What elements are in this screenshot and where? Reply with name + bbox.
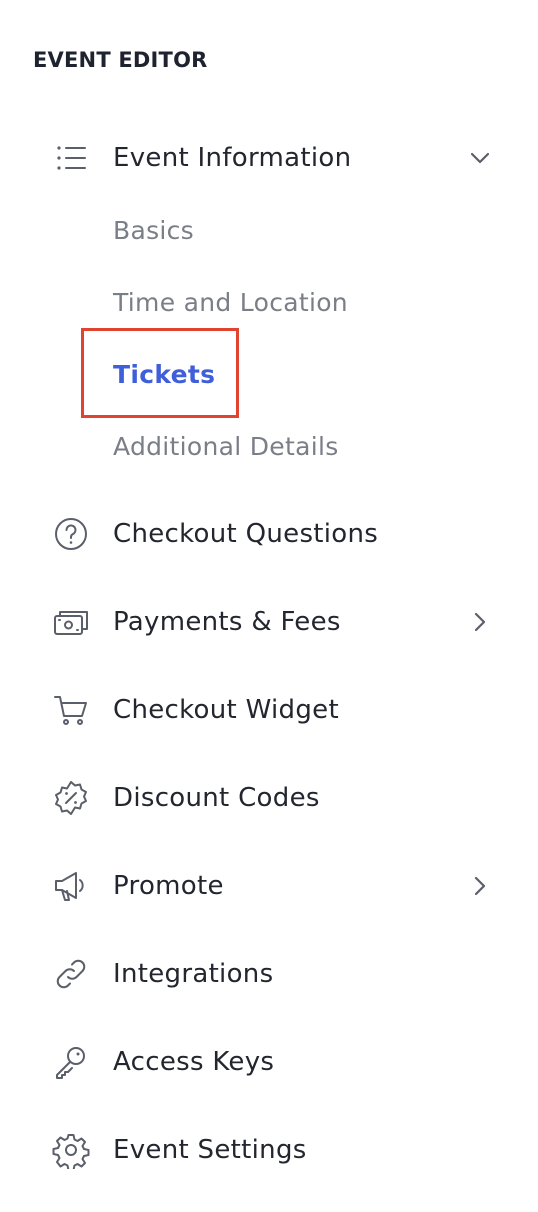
cart-icon xyxy=(52,691,90,729)
sidebar-item-label: Payments & Fees xyxy=(113,607,341,637)
megaphone-icon xyxy=(52,867,90,905)
sub-item-basics[interactable]: Basics xyxy=(113,206,194,254)
sub-item-tickets[interactable]: Tickets xyxy=(113,350,215,398)
chevron-down-icon[interactable] xyxy=(466,144,494,172)
sidebar-item-label: Discount Codes xyxy=(113,783,320,813)
chevron-right-icon[interactable] xyxy=(466,872,494,900)
cash-icon xyxy=(52,603,90,641)
sidebar-item-discount-codes[interactable]: Discount Codes xyxy=(0,766,538,830)
sub-item-time-and-location[interactable]: Time and Location xyxy=(113,278,348,326)
sidebar-item-label: Checkout Widget xyxy=(113,695,339,725)
gear-icon xyxy=(52,1131,90,1169)
sidebar-title: EVENT EDITOR xyxy=(33,48,208,72)
sidebar-item-event-information[interactable]: Event Information xyxy=(0,126,538,190)
sidebar-item-label: Access Keys xyxy=(113,1047,275,1077)
sidebar-item-promote[interactable]: Promote xyxy=(0,854,538,918)
sidebar-item-checkout-questions[interactable]: Checkout Questions xyxy=(0,502,538,566)
sub-item-additional-details[interactable]: Additional Details xyxy=(113,422,339,470)
question-circle-icon xyxy=(52,515,90,553)
list-icon xyxy=(52,139,90,177)
sidebar-item-access-keys[interactable]: Access Keys xyxy=(0,1030,538,1094)
sidebar-item-label: Event Settings xyxy=(113,1135,307,1165)
sidebar-item-label: Event Information xyxy=(113,143,352,173)
sidebar-item-event-settings[interactable]: Event Settings xyxy=(0,1118,538,1182)
sidebar-item-label: Promote xyxy=(113,871,224,901)
sidebar-item-payments-fees[interactable]: Payments & Fees xyxy=(0,590,538,654)
sidebar-item-checkout-widget[interactable]: Checkout Widget xyxy=(0,678,538,742)
chevron-right-icon[interactable] xyxy=(466,608,494,636)
sidebar-item-label: Integrations xyxy=(113,959,274,989)
event-editor-sidebar: EVENT EDITOR Event Information Basics Ti… xyxy=(0,0,538,1212)
sidebar-item-label: Checkout Questions xyxy=(113,519,379,549)
link-icon xyxy=(52,955,90,993)
discount-badge-icon xyxy=(52,779,90,817)
key-icon xyxy=(52,1043,90,1081)
sidebar-item-integrations[interactable]: Integrations xyxy=(0,942,538,1006)
